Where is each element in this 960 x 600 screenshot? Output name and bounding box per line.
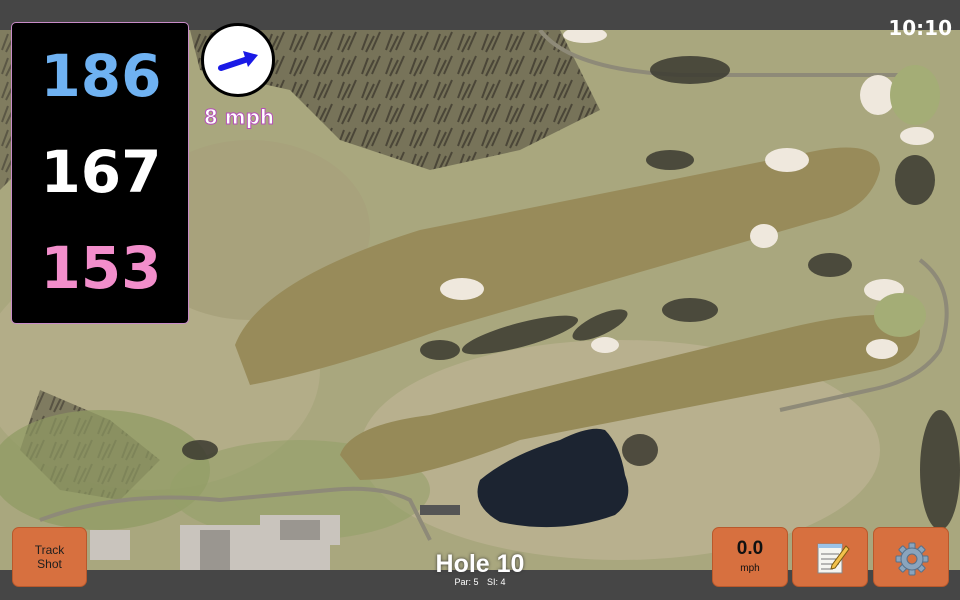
clock: 10:10 bbox=[888, 16, 952, 40]
hole-title: Hole 10 bbox=[435, 550, 525, 578]
hole-info: Par: 5 SI: 4 bbox=[380, 577, 580, 587]
track-shot-button[interactable]: Track Shot bbox=[12, 527, 87, 587]
notes-button[interactable] bbox=[792, 527, 868, 587]
hole-stroke-index: SI: 4 bbox=[487, 577, 506, 587]
gear-icon bbox=[895, 542, 929, 576]
speed-value: 0.0 bbox=[736, 538, 764, 559]
track-shot-label-line2: Shot bbox=[37, 557, 62, 571]
speed-unit: mph bbox=[740, 563, 760, 574]
settings-button[interactable] bbox=[873, 527, 949, 587]
distance-front: 153 bbox=[40, 234, 162, 302]
track-shot-label-line1: Track bbox=[34, 542, 65, 557]
wind-speed: 8 mph bbox=[203, 105, 275, 130]
wind-direction-arrow-icon bbox=[218, 51, 258, 71]
speed-button[interactable]: 0.0 mph bbox=[712, 527, 788, 587]
wind-indicator bbox=[201, 23, 275, 97]
distance-middle: 167 bbox=[40, 138, 162, 206]
distance-back: 186 bbox=[40, 42, 162, 110]
notepad-icon bbox=[817, 543, 850, 574]
hole-par: Par: 5 bbox=[454, 577, 479, 587]
distance-panel: 186 167 153 bbox=[11, 22, 189, 324]
